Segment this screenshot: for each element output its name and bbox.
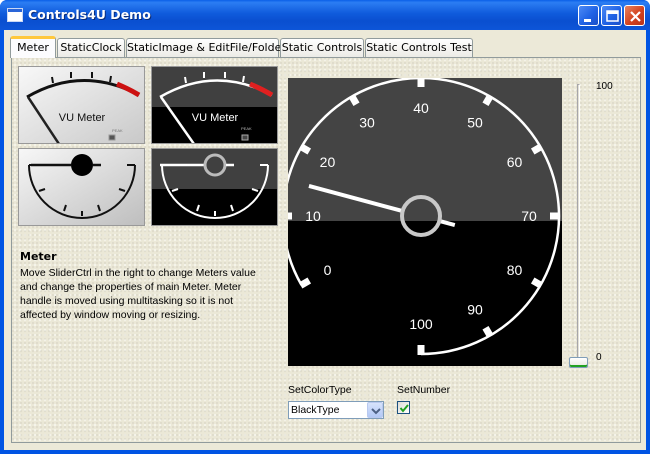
meter-label-50: 50 [467, 114, 483, 130]
peak-label-1: PEAK [112, 128, 123, 133]
meter-label-70: 70 [521, 208, 537, 224]
vu-label-1: VU Meter [59, 112, 106, 124]
meter-label-30: 30 [359, 114, 375, 130]
minimize-button[interactable] [578, 5, 599, 26]
meter-tick-40 [417, 77, 425, 87]
info-title: Meter [20, 250, 57, 263]
set-number-label: SetNumber [397, 384, 451, 396]
meter-label-10: 10 [305, 208, 321, 224]
meter-label-0: 0 [324, 262, 332, 278]
title-bar[interactable]: Controls4U Demo [0, 0, 650, 30]
tab-staticimage-editfile[interactable]: StaticImage & EditFile/Folder [126, 38, 286, 57]
maximize-icon [606, 10, 619, 22]
slider-thumb[interactable] [569, 357, 588, 368]
preview-meter-half-dark [151, 148, 278, 226]
app-window-icon [7, 8, 23, 22]
tab-static-controls-test[interactable]: Static Controls Test [365, 38, 473, 57]
chevron-down-icon [371, 408, 381, 415]
color-type-value: BlackType [291, 404, 340, 416]
set-number-checkbox[interactable] [397, 401, 410, 414]
slider-track[interactable] [577, 84, 580, 364]
tab-static-controls[interactable]: Static Controls [280, 38, 364, 57]
meter-tick-70 [550, 212, 560, 220]
maximize-button[interactable] [601, 5, 622, 26]
dropdown-button[interactable] [367, 402, 383, 418]
value-slider[interactable] [566, 80, 596, 372]
vu-label-2: VU Meter [192, 112, 239, 124]
meter-label-100: 100 [409, 316, 433, 332]
meter-label-20: 20 [320, 154, 336, 170]
preview-meter-half-light [18, 148, 145, 226]
peak-label-2: PEAK [241, 126, 252, 131]
meter-label-40: 40 [413, 100, 429, 116]
main-meter: 0 10 20 30 40 50 60 70 80 90 100 [281, 76, 562, 366]
meter-tick-100 [417, 345, 425, 355]
meter-label-90: 90 [467, 302, 483, 318]
checkmark-icon [399, 404, 409, 413]
set-color-type-label: SetColorType [288, 384, 352, 396]
preview-meter-vu-light: VU Meter PEAK [18, 66, 145, 144]
slider-max-label: 100 [596, 81, 613, 92]
meter-tick-10 [282, 212, 292, 220]
tab-staticclock[interactable]: StaticClock [57, 38, 125, 57]
meter-label-60: 60 [507, 154, 523, 170]
close-button[interactable] [624, 5, 645, 26]
preview-meter-vu-dark: VU Meter PEAK [151, 66, 278, 144]
tab-meter[interactable]: Meter [10, 36, 56, 58]
info-description: Move SliderCtrl in the right to change M… [20, 267, 256, 321]
window-title: Controls4U Demo [28, 7, 151, 22]
close-icon [630, 11, 641, 22]
slider-min-label: 0 [596, 352, 602, 363]
color-type-select[interactable]: BlackType [288, 401, 384, 419]
minimize-icon [584, 19, 591, 22]
meter-label-80: 80 [507, 262, 523, 278]
